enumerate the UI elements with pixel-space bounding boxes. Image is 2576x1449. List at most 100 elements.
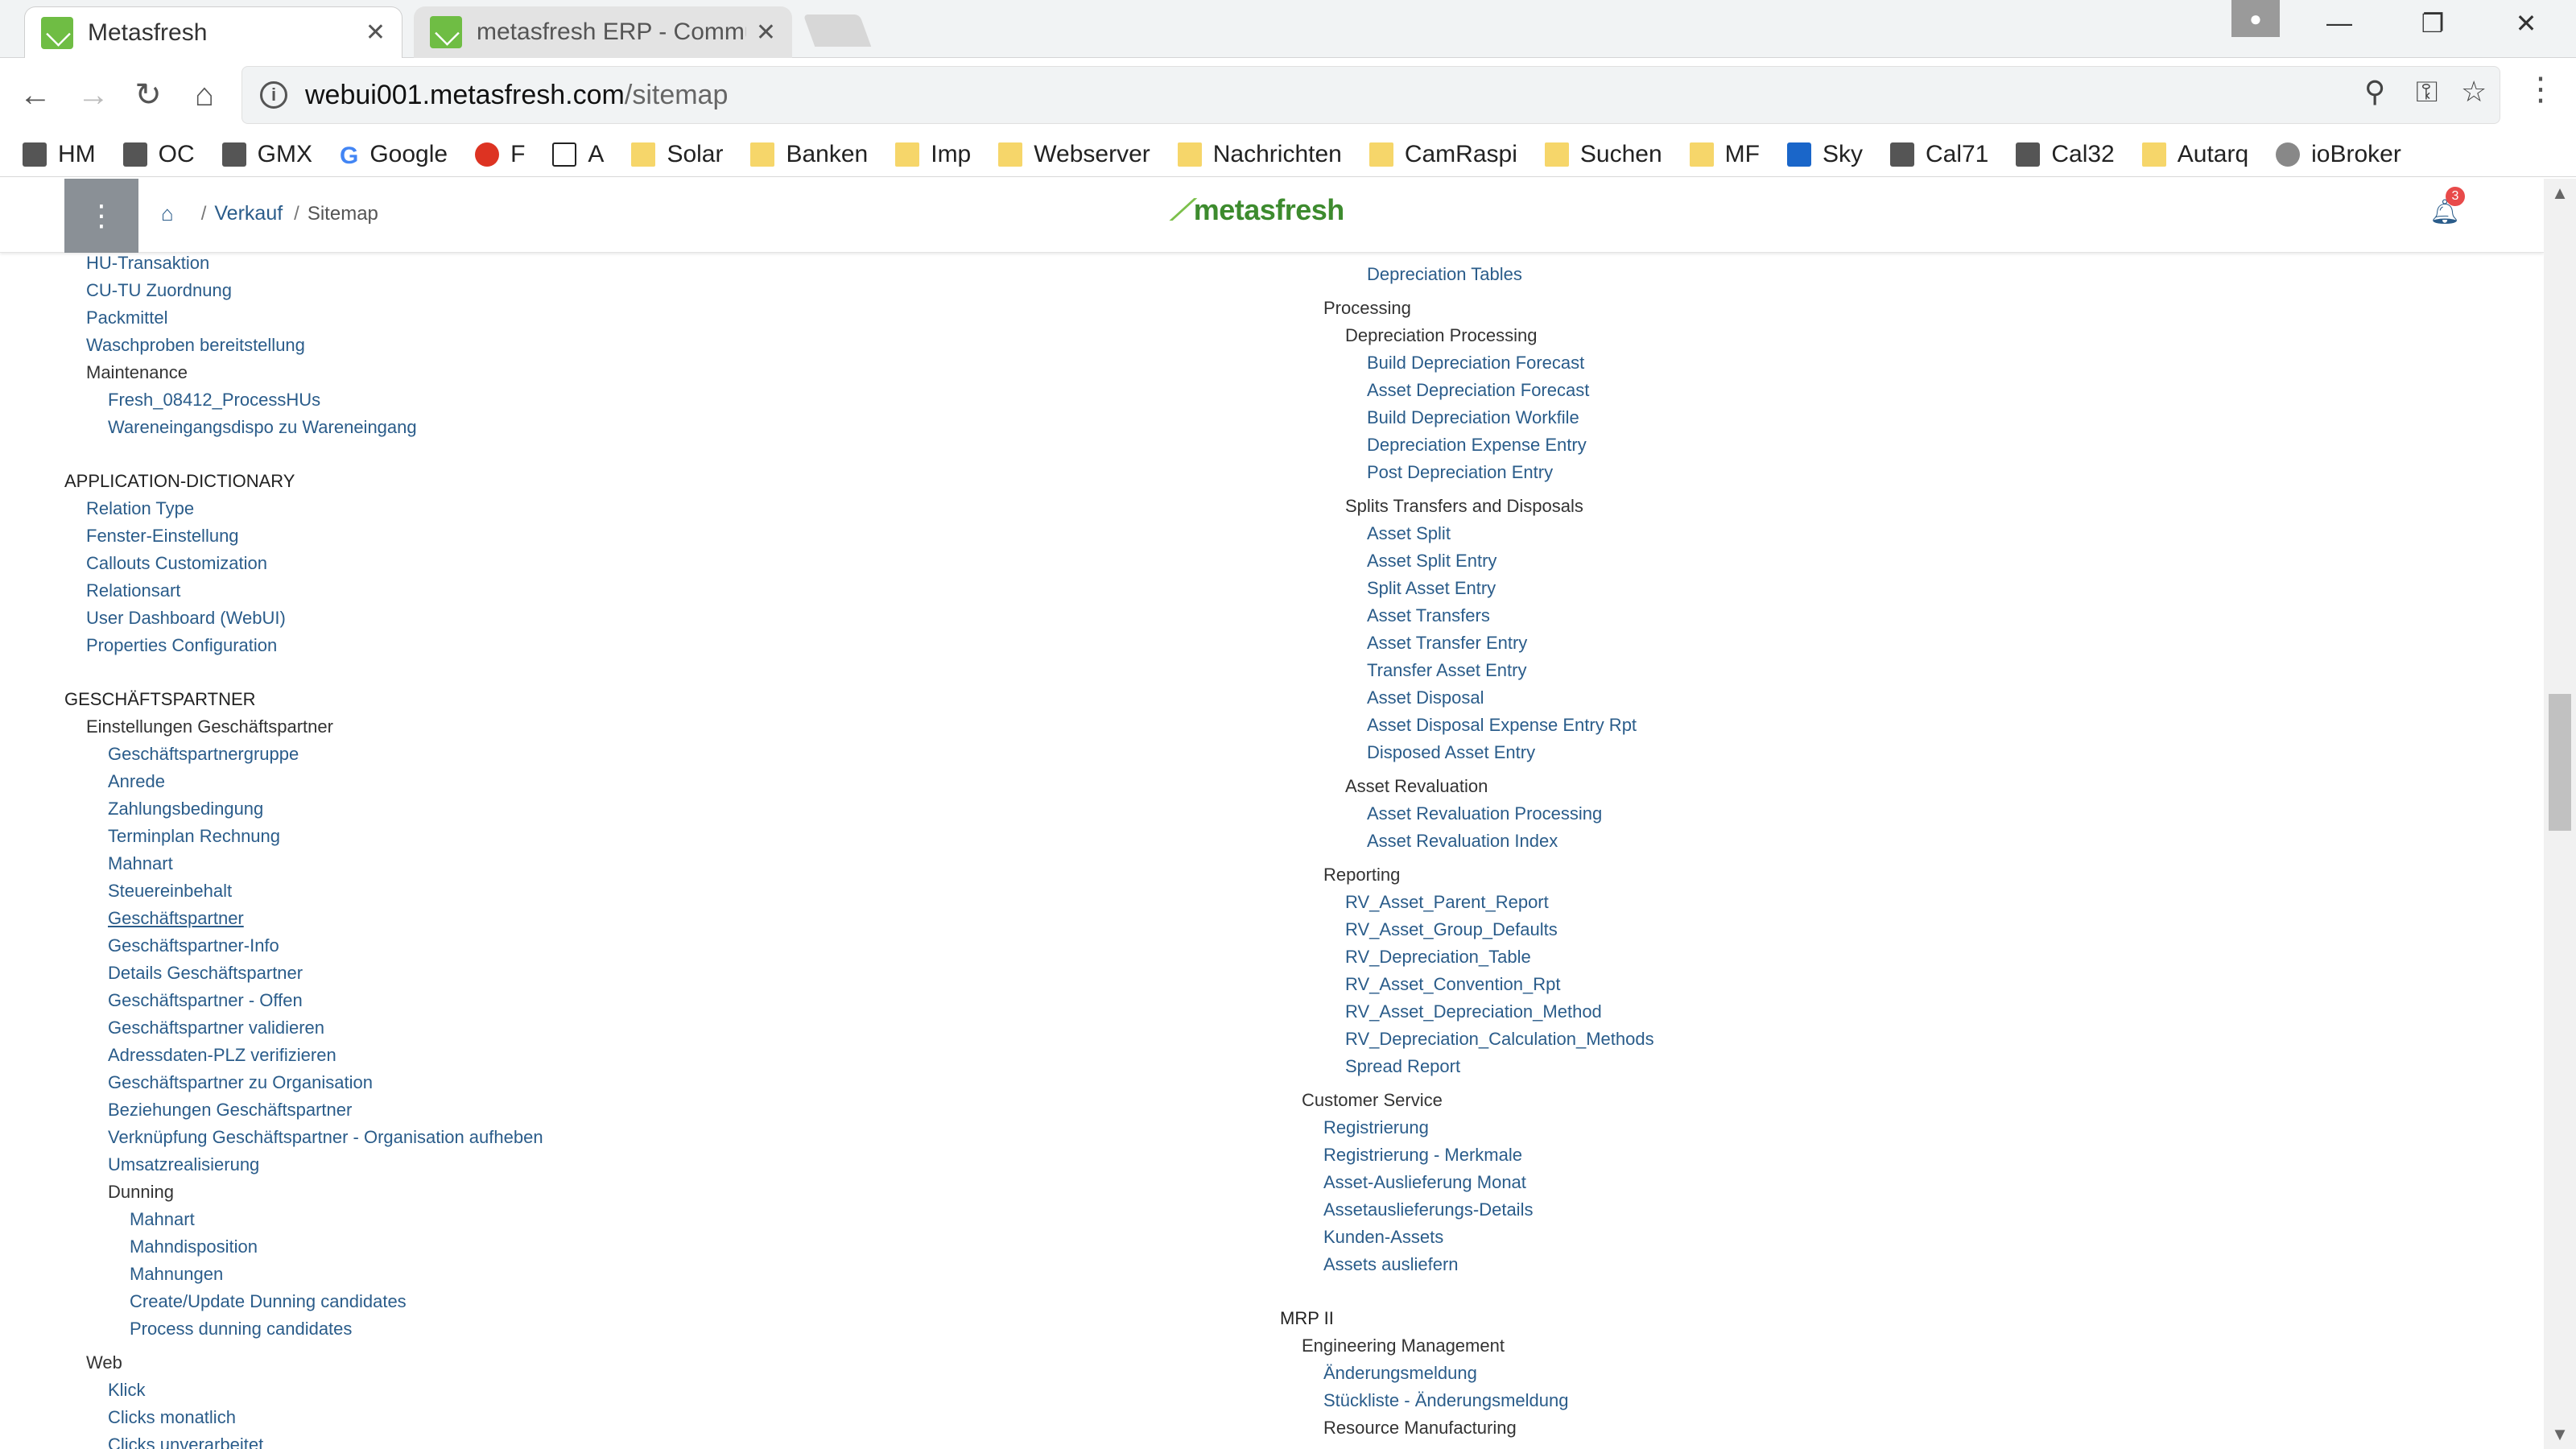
sitemap-link-asset-transfer-entry[interactable]: Asset Transfer Entry bbox=[1367, 633, 1527, 654]
sitemap-link-fenster-einstellung[interactable]: Fenster-Einstellung bbox=[86, 526, 239, 547]
sitemap-link-stückliste-änderungsmeldung[interactable]: Stückliste - Änderungsmeldung bbox=[1323, 1390, 1569, 1411]
sitemap-link-depreciation-tables[interactable]: Depreciation Tables bbox=[1367, 264, 1522, 285]
close-icon[interactable]: ✕ bbox=[756, 19, 776, 47]
sitemap-link-verknüpfung-geschäftspartner-organisation-aufheben[interactable]: Verknüpfung Geschäftspartner - Organisat… bbox=[108, 1127, 543, 1148]
sitemap-link-geschäftspartner-validieren[interactable]: Geschäftspartner validieren bbox=[108, 1018, 324, 1038]
bookmark-solar[interactable]: Solar bbox=[631, 141, 723, 168]
sitemap-link-rv-depreciation-calculation-methods[interactable]: RV_Depreciation_Calculation_Methods bbox=[1345, 1029, 1654, 1050]
scroll-down-icon[interactable]: ▼ bbox=[2544, 1420, 2576, 1449]
sitemap-link-zahlungsbedingung[interactable]: Zahlungsbedingung bbox=[108, 799, 263, 819]
sitemap-link-assets-ausliefern[interactable]: Assets ausliefern bbox=[1323, 1254, 1459, 1275]
sitemap-link-relation-type[interactable]: Relation Type bbox=[86, 498, 194, 519]
bookmark-cal32[interactable]: Cal32 bbox=[2016, 141, 2115, 168]
sitemap-link-wareneingangsdispo-zu-wareneingang[interactable]: Wareneingangsdispo zu Wareneingang bbox=[108, 417, 417, 438]
sitemap-link-kunden-assets[interactable]: Kunden-Assets bbox=[1323, 1227, 1443, 1248]
bookmark-gmx[interactable]: GMX bbox=[221, 141, 312, 168]
tab-metasfresh-erp[interactable]: metasfresh ERP - Commu ✕ bbox=[414, 6, 792, 58]
sitemap-link-depreciation-expense-entry[interactable]: Depreciation Expense Entry bbox=[1367, 435, 1587, 456]
home-icon[interactable]: ⌂ bbox=[161, 201, 174, 226]
sitemap-link-callouts-customization[interactable]: Callouts Customization bbox=[86, 553, 267, 574]
sitemap-link-clicks-monatlich[interactable]: Clicks monatlich bbox=[108, 1407, 236, 1428]
metasfresh-logo[interactable]: ⟋ metasfresh bbox=[1170, 193, 1344, 228]
sitemap-link-geschäftspartner-info[interactable]: Geschäftspartner-Info bbox=[108, 935, 279, 956]
star-icon[interactable]: ☆ bbox=[2461, 75, 2487, 109]
sitemap-link-geschäftspartner-zu-organisation[interactable]: Geschäftspartner zu Organisation bbox=[108, 1072, 373, 1093]
key-icon[interactable]: ⚿ bbox=[2416, 75, 2438, 109]
sitemap-link-hu-transaktion[interactable]: HU-Transaktion bbox=[86, 253, 209, 274]
menu-toggle-button[interactable]: ⋮ bbox=[64, 179, 138, 253]
back-icon[interactable]: ← bbox=[11, 71, 60, 119]
home-icon[interactable]: ⌂ bbox=[180, 71, 229, 119]
new-tab-button[interactable] bbox=[803, 14, 872, 47]
sitemap-link-terminplan-rechnung[interactable]: Terminplan Rechnung bbox=[108, 826, 280, 847]
bookmark-camraspi[interactable]: CamRaspi bbox=[1368, 141, 1517, 168]
forward-icon[interactable]: → bbox=[69, 71, 118, 119]
sitemap-link-geschäftspartner[interactable]: Geschäftspartner bbox=[108, 908, 244, 929]
sitemap-link-mahnungen[interactable]: Mahnungen bbox=[130, 1264, 223, 1285]
browser-menu-icon[interactable]: ⋮ bbox=[2524, 71, 2557, 108]
sitemap-link-split-asset-entry[interactable]: Split Asset Entry bbox=[1367, 578, 1496, 599]
bookmark-f[interactable]: F bbox=[475, 141, 525, 168]
bookmark-sky[interactable]: Sky bbox=[1786, 141, 1863, 168]
sitemap-link-spread-report[interactable]: Spread Report bbox=[1345, 1056, 1460, 1077]
sitemap-link-anrede[interactable]: Anrede bbox=[108, 771, 165, 792]
sitemap-link-disposed-asset-entry[interactable]: Disposed Asset Entry bbox=[1367, 742, 1535, 763]
scroll-thumb[interactable] bbox=[2549, 694, 2571, 831]
tab-metasfresh[interactable]: Metasfresh ✕ bbox=[24, 6, 402, 58]
bookmark-banken[interactable]: Banken bbox=[750, 141, 868, 168]
bookmark-oc[interactable]: OC bbox=[122, 141, 195, 168]
sitemap-link-rv-asset-depreciation-method[interactable]: RV_Asset_Depreciation_Method bbox=[1345, 1001, 1602, 1022]
sitemap-link-asset-revaluation-processing[interactable]: Asset Revaluation Processing bbox=[1367, 803, 1602, 824]
address-bar[interactable]: i webui001.metasfresh.com/sitemap ⚲ ⚿ ☆ bbox=[242, 66, 2500, 124]
sitemap-link-asset-disposal[interactable]: Asset Disposal bbox=[1367, 687, 1484, 708]
sitemap-link-create-update-dunning-candidates[interactable]: Create/Update Dunning candidates bbox=[130, 1291, 407, 1312]
sitemap-link-transfer-asset-entry[interactable]: Transfer Asset Entry bbox=[1367, 660, 1526, 681]
sitemap-link-asset-revaluation-index[interactable]: Asset Revaluation Index bbox=[1367, 831, 1558, 852]
bookmark-suchen[interactable]: Suchen bbox=[1544, 141, 1662, 168]
sitemap-link-beziehungen-geschäftspartner[interactable]: Beziehungen Geschäftspartner bbox=[108, 1100, 352, 1121]
sitemap-link-rv-asset-group-defaults[interactable]: RV_Asset_Group_Defaults bbox=[1345, 919, 1558, 940]
profile-icon[interactable]: ● bbox=[2231, 0, 2280, 37]
bookmark-autarq[interactable]: Autarq bbox=[2141, 141, 2248, 168]
sitemap-link-asset-auslieferung-monat[interactable]: Asset-Auslieferung Monat bbox=[1323, 1172, 1526, 1193]
sitemap-link-rv-asset-parent-report[interactable]: RV_Asset_Parent_Report bbox=[1345, 892, 1549, 913]
sitemap-link-cu-tu-zuordnung[interactable]: CU-TU Zuordnung bbox=[86, 280, 232, 301]
sitemap-link-änderungsmeldung[interactable]: Änderungsmeldung bbox=[1323, 1363, 1477, 1384]
sitemap-link-klick[interactable]: Klick bbox=[108, 1380, 145, 1401]
info-icon[interactable]: i bbox=[260, 81, 287, 109]
window-close-icon[interactable]: ✕ bbox=[2502, 8, 2550, 39]
breadcrumb-section-link[interactable]: Verkauf bbox=[214, 202, 283, 225]
sitemap-link-asset-split[interactable]: Asset Split bbox=[1367, 523, 1451, 544]
bookmark-nachrichten[interactable]: Nachrichten bbox=[1177, 141, 1342, 168]
bookmark-google[interactable]: G Google bbox=[340, 141, 448, 169]
close-icon[interactable]: ✕ bbox=[365, 19, 386, 47]
sitemap-link-process-dunning-candidates[interactable]: Process dunning candidates bbox=[130, 1319, 352, 1340]
minimize-icon[interactable]: — bbox=[2315, 8, 2363, 38]
bookmark-webserver[interactable]: Webserver bbox=[998, 141, 1150, 168]
bookmark-iobroker[interactable]: ioBroker bbox=[2276, 141, 2401, 168]
sitemap-link-adressdaten-plz-verifizieren[interactable]: Adressdaten-PLZ verifizieren bbox=[108, 1045, 336, 1066]
sitemap-link-clicks-unverarbeitet[interactable]: Clicks unverarbeitet bbox=[108, 1435, 263, 1449]
reload-icon[interactable]: ↻ bbox=[124, 71, 172, 119]
sitemap-link-asset-split-entry[interactable]: Asset Split Entry bbox=[1367, 551, 1496, 572]
sitemap-link-mahnart[interactable]: Mahnart bbox=[130, 1209, 195, 1230]
sitemap-link-rv-depreciation-table[interactable]: RV_Depreciation_Table bbox=[1345, 947, 1531, 968]
restore-icon[interactable]: ❐ bbox=[2409, 8, 2457, 39]
bookmark-a[interactable]: A bbox=[552, 141, 604, 168]
sitemap-link-assetauslieferungs-details[interactable]: Assetauslieferungs-Details bbox=[1323, 1199, 1533, 1220]
sitemap-link-asset-transfers[interactable]: Asset Transfers bbox=[1367, 605, 1490, 626]
sitemap-link-steuereinbehalt[interactable]: Steuereinbehalt bbox=[108, 881, 232, 902]
sitemap-link-packmittel[interactable]: Packmittel bbox=[86, 308, 167, 328]
sitemap-link-registrierung[interactable]: Registrierung bbox=[1323, 1117, 1429, 1138]
sitemap-link-post-depreciation-entry[interactable]: Post Depreciation Entry bbox=[1367, 462, 1553, 483]
notifications-button[interactable]: 🔔︎ 3 bbox=[2429, 187, 2465, 226]
sitemap-link-fresh-08412-processhus[interactable]: Fresh_08412_ProcessHUs bbox=[108, 390, 320, 411]
bookmark-cal71[interactable]: Cal71 bbox=[1889, 141, 1988, 168]
sitemap-link-details-geschäftspartner[interactable]: Details Geschäftspartner bbox=[108, 963, 303, 984]
sitemap-link-mahndisposition[interactable]: Mahndisposition bbox=[130, 1236, 258, 1257]
sitemap-link-geschäftspartnergruppe[interactable]: Geschäftspartnergruppe bbox=[108, 744, 299, 765]
sitemap-link-asset-depreciation-forecast[interactable]: Asset Depreciation Forecast bbox=[1367, 380, 1589, 401]
sitemap-link-geschäftspartner-offen[interactable]: Geschäftspartner - Offen bbox=[108, 990, 303, 1011]
bookmark-mf[interactable]: MF bbox=[1689, 141, 1760, 168]
sitemap-link-build-depreciation-forecast[interactable]: Build Depreciation Forecast bbox=[1367, 353, 1584, 374]
